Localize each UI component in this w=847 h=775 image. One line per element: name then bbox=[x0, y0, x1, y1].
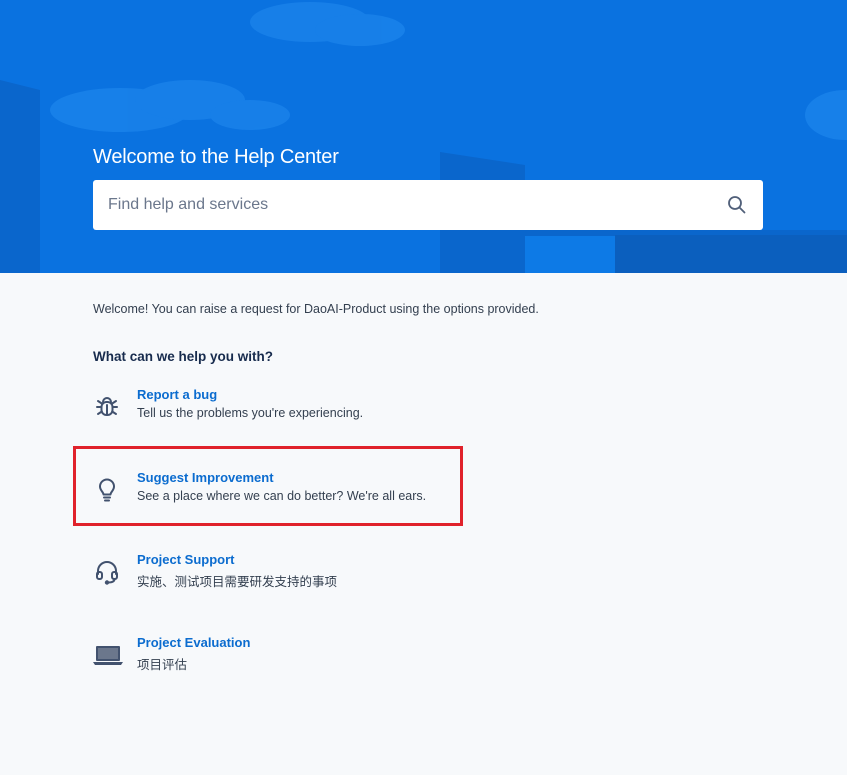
welcome-message: Welcome! You can raise a request for Dao… bbox=[93, 302, 539, 316]
hero-banner: Welcome to the Help Center bbox=[0, 0, 847, 273]
request-type-project-support[interactable]: Project Support 实施、测试项目需要研发支持的事项 bbox=[93, 552, 453, 596]
request-type-project-evaluation[interactable]: Project Evaluation 项目评估 bbox=[93, 635, 453, 679]
option-description: 实施、测试项目需要研发支持的事项 bbox=[137, 575, 338, 589]
option-description: Tell us the problems you're experiencing… bbox=[137, 406, 364, 420]
option-title[interactable]: Project Support bbox=[137, 552, 235, 567]
option-title[interactable]: Project Evaluation bbox=[137, 635, 250, 650]
highlight-box bbox=[73, 446, 463, 526]
option-title[interactable]: Report a bug bbox=[137, 387, 217, 402]
laptop-icon bbox=[93, 641, 123, 669]
search-bar bbox=[93, 180, 763, 230]
headset-icon bbox=[93, 558, 121, 586]
request-type-report-bug[interactable]: Report a bug Tell us the problems you're… bbox=[93, 387, 453, 431]
page-title: Welcome to the Help Center bbox=[93, 146, 339, 168]
search-input[interactable] bbox=[93, 180, 713, 230]
option-description: 项目评估 bbox=[137, 658, 188, 672]
bug-icon bbox=[93, 393, 121, 421]
section-heading: What can we help you with? bbox=[93, 349, 274, 364]
hero-background-illustration bbox=[0, 0, 847, 273]
search-icon[interactable] bbox=[727, 195, 747, 215]
